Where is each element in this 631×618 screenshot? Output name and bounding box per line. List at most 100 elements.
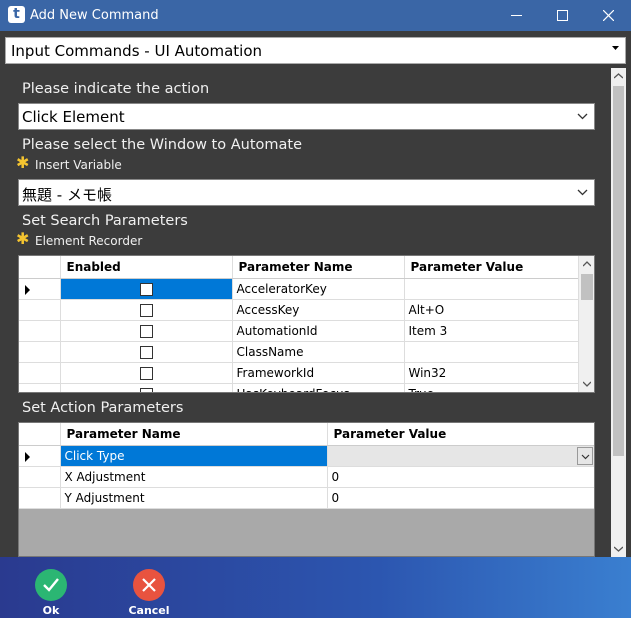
scroll-down-icon[interactable] (583, 381, 591, 387)
window-title: Add New Command (30, 8, 159, 23)
table-row[interactable]: AccessKey Alt+O (19, 299, 581, 321)
enabled-checkbox[interactable] (139, 303, 153, 317)
maximize-icon (557, 10, 568, 21)
current-row-arrow-icon (25, 451, 30, 462)
grid-scrollbar-thumb[interactable] (581, 274, 593, 300)
table-row[interactable]: Y Adjustment 0 (19, 487, 594, 509)
parameter-name-cell[interactable]: AutomationId (232, 320, 405, 342)
table-row[interactable]: Click Type (19, 445, 594, 467)
enabled-checkbox[interactable] (139, 387, 153, 392)
enabled-cell[interactable] (60, 341, 233, 363)
row-header-corner (19, 256, 61, 279)
action-label: Please indicate the action (22, 81, 210, 97)
chevron-down-icon (577, 189, 588, 196)
command-dropdown[interactable]: Input Commands - UI Automation (5, 37, 626, 64)
insert-variable-star-icon[interactable]: ✱ (16, 156, 29, 172)
x-icon (133, 569, 165, 601)
parameter-name-cell[interactable]: ClassName (232, 341, 405, 363)
enabled-checkbox[interactable] (139, 282, 153, 296)
click-type-dropdown[interactable] (327, 445, 594, 467)
enabled-cell[interactable] (60, 278, 233, 300)
enabled-cell[interactable] (60, 383, 233, 392)
close-button[interactable] (585, 0, 631, 31)
minimize-button[interactable] (493, 0, 539, 31)
dropdown-button[interactable] (576, 446, 593, 465)
scroll-down-icon[interactable] (614, 546, 623, 552)
enabled-cell[interactable] (60, 299, 233, 321)
row-header[interactable] (19, 320, 61, 342)
parameter-name-cell[interactable]: AccessKey (232, 299, 405, 321)
search-params-label: Set Search Parameters (22, 213, 188, 229)
parameter-name-cell[interactable]: HasKeyboardFocus (232, 383, 405, 392)
parameter-value-cell[interactable]: 0 (327, 466, 594, 488)
row-header[interactable] (19, 278, 61, 300)
parameter-name-cell[interactable]: Y Adjustment (60, 487, 328, 509)
bottom-bar: Ok Cancel (0, 557, 631, 618)
parameter-name-cell[interactable]: X Adjustment (60, 466, 328, 488)
cancel-button[interactable]: Cancel (128, 569, 170, 617)
window-label: Please select the Window to Automate (22, 137, 302, 153)
ok-label: Ok (42, 604, 60, 617)
ok-button[interactable]: Ok (30, 569, 72, 617)
parameter-name-cell[interactable]: FrameworkId (232, 362, 405, 384)
row-header[interactable] (19, 299, 61, 321)
row-header[interactable] (19, 466, 61, 488)
parameter-value-cell[interactable]: Win32 (404, 362, 581, 384)
enabled-cell[interactable] (60, 362, 233, 384)
column-header-parameter-name[interactable]: Parameter Name (60, 423, 328, 446)
parameter-value-cell[interactable]: Item 3 (404, 320, 581, 342)
element-recorder-link[interactable]: Element Recorder (35, 234, 142, 248)
search-params-grid[interactable]: Enabled Parameter Name Parameter Value A… (18, 255, 595, 393)
row-header-corner (19, 423, 61, 446)
action-params-label: Set Action Parameters (22, 400, 184, 416)
parameter-value-cell[interactable]: Alt+O (404, 299, 581, 321)
action-dropdown[interactable]: Click Element (18, 103, 595, 130)
table-row[interactable]: AutomationId Item 3 (19, 320, 581, 342)
enabled-checkbox[interactable] (139, 366, 153, 380)
grid-scrollbar[interactable] (578, 256, 594, 392)
panel-scrollbar[interactable] (611, 68, 626, 557)
chevron-down-icon (577, 113, 588, 120)
enabled-cell[interactable] (60, 320, 233, 342)
enabled-checkbox[interactable] (139, 345, 153, 359)
row-header[interactable] (19, 362, 61, 384)
window-dropdown-value: 無題 - メモ帳 (22, 186, 112, 204)
column-header-enabled[interactable]: Enabled (60, 256, 233, 279)
dropdown-arrow-icon (612, 46, 619, 50)
element-recorder-star-icon[interactable]: ✱ (16, 232, 29, 248)
table-row[interactable]: X Adjustment 0 (19, 466, 594, 488)
table-row[interactable]: ClassName (19, 341, 581, 363)
row-header[interactable] (19, 445, 61, 467)
table-row[interactable]: AcceleratorKey (19, 278, 581, 300)
title-bar: t Add New Command (0, 0, 631, 31)
maximize-button[interactable] (539, 0, 585, 31)
command-dropdown-value: Input Commands - UI Automation (11, 42, 263, 60)
scroll-up-icon[interactable] (583, 261, 591, 267)
parameter-value-cell[interactable]: 0 (327, 487, 594, 509)
chevron-down-icon (581, 454, 589, 459)
parameter-value-cell[interactable] (404, 341, 581, 363)
parameter-name-cell[interactable]: AcceleratorKey (232, 278, 405, 300)
row-header[interactable] (19, 341, 61, 363)
scroll-up-icon[interactable] (614, 73, 623, 79)
action-params-grid[interactable]: Parameter Name Parameter Value Click Typ… (18, 422, 595, 557)
enabled-checkbox[interactable] (139, 324, 153, 338)
cancel-label: Cancel (128, 604, 170, 617)
current-row-arrow-icon (25, 284, 30, 295)
command-panel: Please indicate the action Click Element… (5, 68, 626, 557)
parameter-name-cell[interactable]: Click Type (60, 445, 328, 467)
window-dropdown[interactable]: 無題 - メモ帳 (18, 179, 595, 206)
close-icon (603, 10, 614, 21)
table-row[interactable]: FrameworkId Win32 (19, 362, 581, 384)
column-header-parameter-name[interactable]: Parameter Name (232, 256, 405, 279)
insert-variable-link[interactable]: Insert Variable (35, 158, 122, 172)
action-dropdown-value: Click Element (22, 108, 125, 126)
column-header-parameter-value[interactable]: Parameter Value (404, 256, 581, 279)
row-header[interactable] (19, 383, 61, 392)
parameter-value-cell[interactable] (404, 278, 581, 300)
table-row[interactable]: HasKeyboardFocus True (19, 383, 581, 392)
row-header[interactable] (19, 487, 61, 509)
panel-scrollbar-thumb[interactable] (613, 86, 624, 456)
parameter-value-cell[interactable]: True (404, 383, 581, 392)
column-header-parameter-value[interactable]: Parameter Value (327, 423, 594, 446)
